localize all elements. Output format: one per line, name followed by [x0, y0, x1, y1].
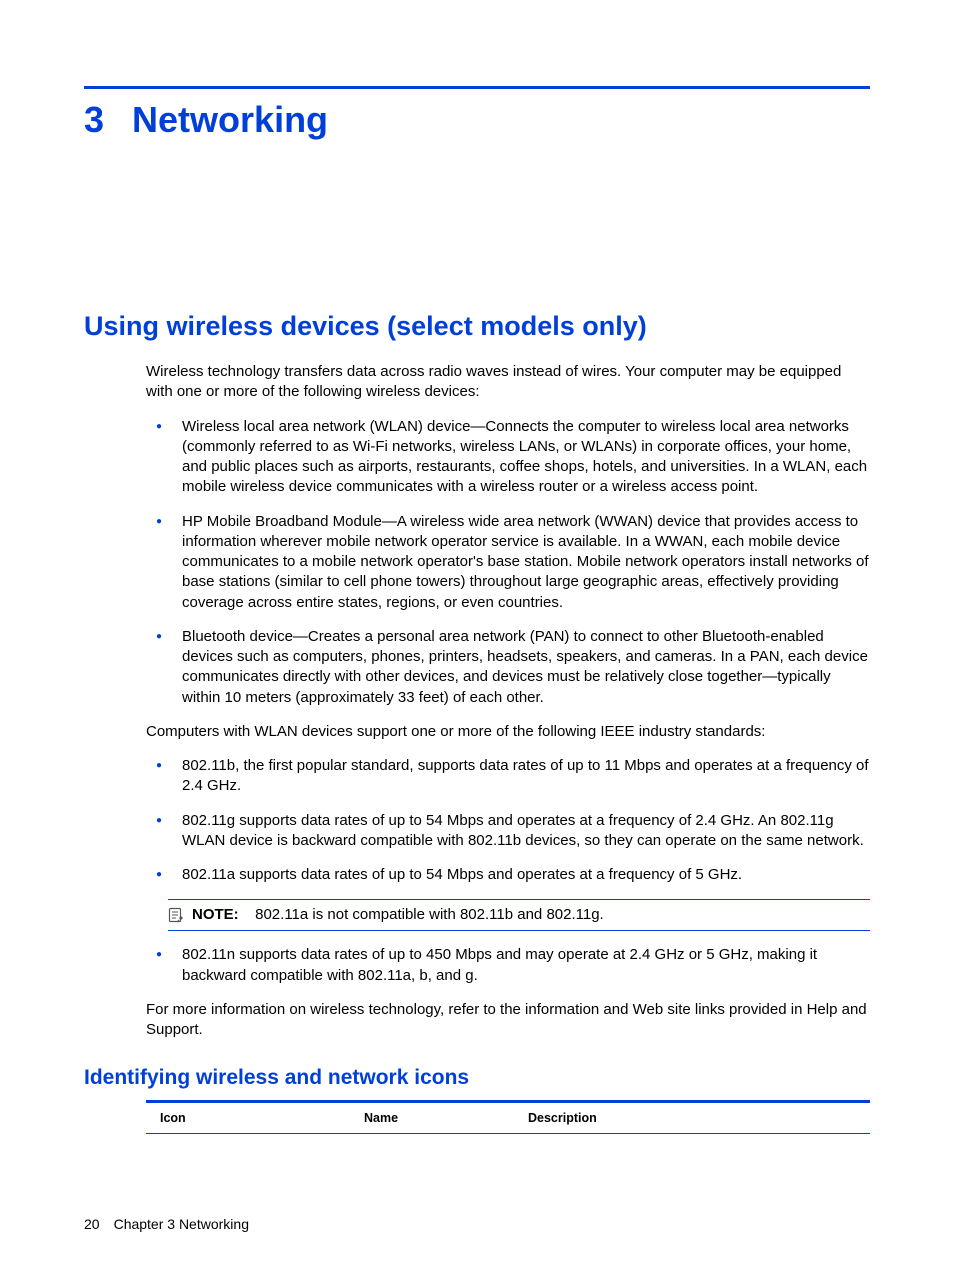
list-item: 802.11a supports data rates of up to 54 … [146, 865, 870, 885]
list-item: 802.11n supports data rates of up to 450… [146, 945, 870, 986]
list-item: Wireless local area network (WLAN) devic… [146, 417, 870, 498]
footer-chapter-label: Chapter 3 Networking [114, 1216, 249, 1232]
list-item: 802.11g supports data rates of up to 54 … [146, 811, 870, 852]
note-callout: NOTE: 802.11a is not compatible with 802… [168, 899, 870, 931]
list-item: 802.11b, the first popular standard, sup… [146, 756, 870, 797]
icon-table: Icon Name Description [146, 1100, 870, 1134]
standards-list: 802.11b, the first popular standard, sup… [146, 756, 870, 885]
subsection-heading: Identifying wireless and network icons [84, 1066, 870, 1090]
table-header-description: Description [514, 1102, 870, 1134]
intro-paragraph: Wireless technology transfers data acros… [146, 362, 870, 403]
chapter-top-rule [84, 86, 870, 89]
list-item: HP Mobile Broadband Module—A wireless wi… [146, 512, 870, 613]
table-header-icon: Icon [146, 1102, 350, 1134]
chapter-number: 3 [84, 99, 104, 141]
page-footer: 20 Chapter 3 Networking [84, 1216, 249, 1232]
table-header-row: Icon Name Description [146, 1102, 870, 1134]
note-icon [168, 907, 184, 923]
note-label: NOTE: [192, 906, 239, 923]
standards-intro-paragraph: Computers with WLAN devices support one … [146, 722, 870, 742]
document-page: 3 Networking Using wireless devices (sel… [0, 0, 954, 1270]
note-content: NOTE: 802.11a is not compatible with 802… [192, 906, 604, 924]
table-header-name: Name [350, 1102, 514, 1134]
section-heading: Using wireless devices (select models on… [84, 311, 870, 342]
list-item: Bluetooth device—Creates a personal area… [146, 627, 870, 708]
chapter-heading: 3 Networking [84, 99, 870, 141]
standards-list-continued: 802.11n supports data rates of up to 450… [146, 945, 870, 986]
section-body: Wireless technology transfers data acros… [146, 362, 870, 1040]
device-list: Wireless local area network (WLAN) devic… [146, 417, 870, 708]
icon-table-wrap: Icon Name Description [146, 1100, 870, 1134]
note-text: 802.11a is not compatible with 802.11b a… [255, 906, 604, 923]
page-number: 20 [84, 1216, 100, 1232]
chapter-title: Networking [132, 99, 328, 141]
outro-paragraph: For more information on wireless technol… [146, 1000, 870, 1041]
